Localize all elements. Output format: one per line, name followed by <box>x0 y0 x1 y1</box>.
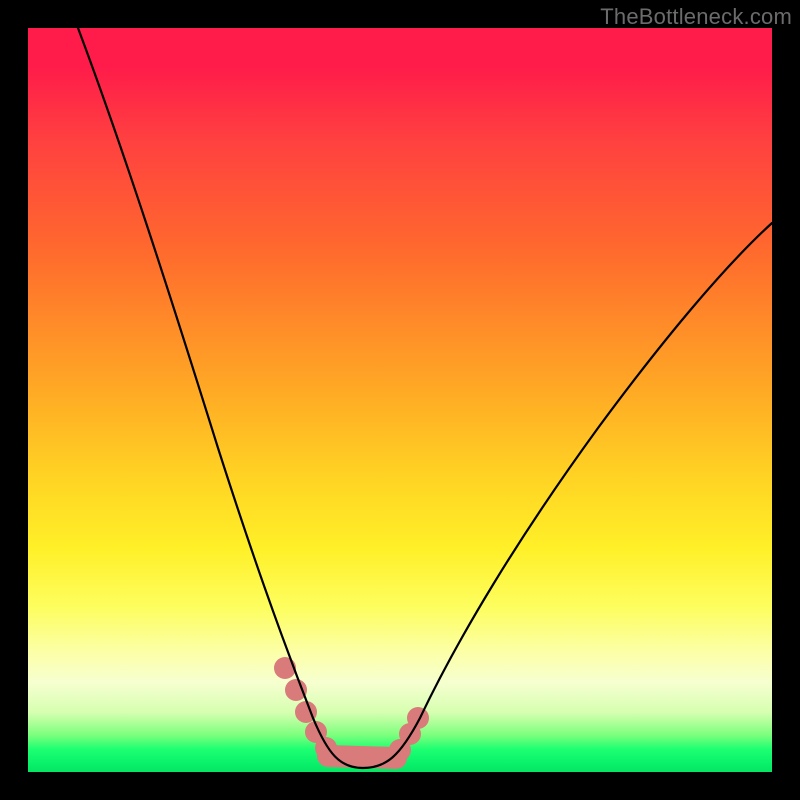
bottleneck-curve-path <box>78 28 772 768</box>
plot-area <box>28 28 772 772</box>
optimal-range-highlight <box>274 657 429 761</box>
chart-svg <box>28 28 772 772</box>
watermark-text: TheBottleneck.com <box>600 4 792 30</box>
chart-frame: TheBottleneck.com <box>0 0 800 800</box>
